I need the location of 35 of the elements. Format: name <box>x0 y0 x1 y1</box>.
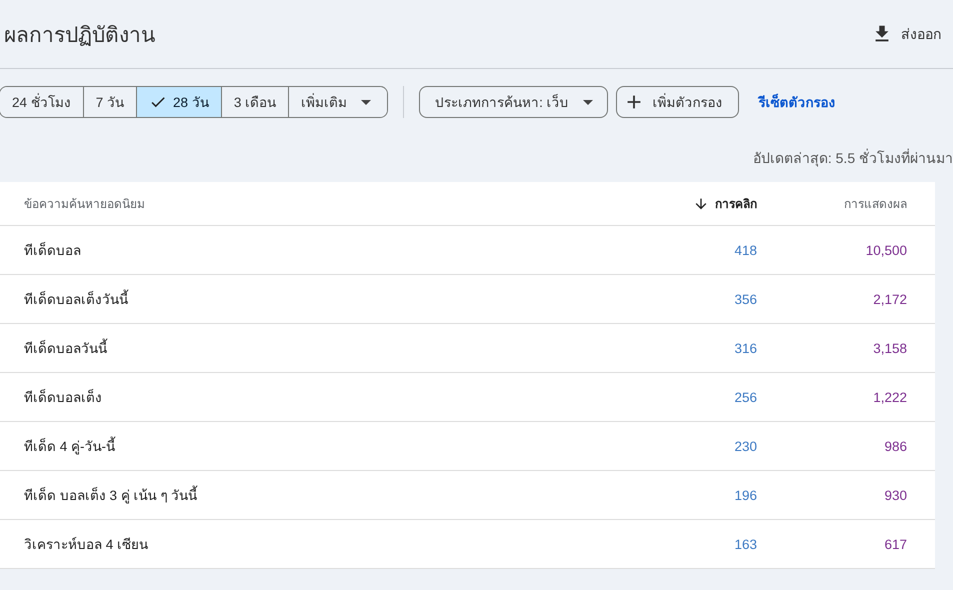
clicks-cell-text: 356 <box>733 292 757 306</box>
clicks-cell-text: 230 <box>733 438 757 454</box>
impressions-cell-text: 2,172 <box>872 292 908 306</box>
export-button[interactable]: ส่งออก <box>871 23 941 45</box>
clicks-cell-text: 196 <box>733 488 757 502</box>
add-filter-button[interactable]: เพิ่มตัวกรอง <box>616 86 739 118</box>
query-cell-text: ทีเด็ดบอล <box>23 241 82 260</box>
impressions-cell-text: 1,222 <box>872 390 908 404</box>
clicks-cell-text: 256 <box>733 390 757 404</box>
arrow-down-icon <box>693 196 709 212</box>
last-updated-text: อัปเดตล่าสุด: 5.5 ชั่วโมงที่ผ่านมา <box>752 148 953 169</box>
impressions-cell-text: 3,158 <box>872 340 908 356</box>
impressions-cell-text: 10,500 <box>864 242 908 258</box>
query-cell: ทีเด็ดบอลเต็งวันนี้ <box>0 288 597 310</box>
time-range-tab[interactable]: 28 วัน <box>137 87 222 117</box>
caret-icon <box>582 100 593 104</box>
query-cell-text: ทีเด็ดบอลเต็ง <box>23 388 103 407</box>
clicks-cell-text: 418 <box>733 242 757 258</box>
page-title: ผลการปฏิบัติงาน <box>4 22 155 48</box>
query-cell: ทีเด็ด บอลเต็ง 3 คู่ เน้น ๆ วันนี้ <box>0 484 597 506</box>
impressions-cell-text: 986 <box>883 438 908 454</box>
impressions-cell-text: 930 <box>883 488 908 502</box>
column-header[interactable]: ข้อความค้นหายอดนิยม <box>0 194 597 213</box>
search-type-dropdown[interactable]: ประเภทการค้นหา: เว็บ <box>419 86 608 118</box>
reset-filters-link[interactable]: รีเซ็ตตัวกรอง <box>758 91 836 113</box>
impressions-cell-text: 617 <box>883 536 908 552</box>
query-cell: ทีเด็ดบอลวันนี้ <box>0 337 597 359</box>
clicks-cell-text: 163 <box>733 536 757 552</box>
caret-icon <box>361 100 372 104</box>
query-cell-text: วิเคราะห์บอล 4 เซียน <box>23 536 150 554</box>
clicks-cell-text: 316 <box>733 340 757 356</box>
time-range-tab[interactable]: 24 ชั่วโมง <box>0 87 84 117</box>
query-cell: ทีเด็ด 4 คู่-วัน-นี้ <box>0 435 597 457</box>
column-header[interactable]: การคลิก <box>597 194 757 213</box>
column-header[interactable]: การแสดงผล <box>757 194 935 213</box>
